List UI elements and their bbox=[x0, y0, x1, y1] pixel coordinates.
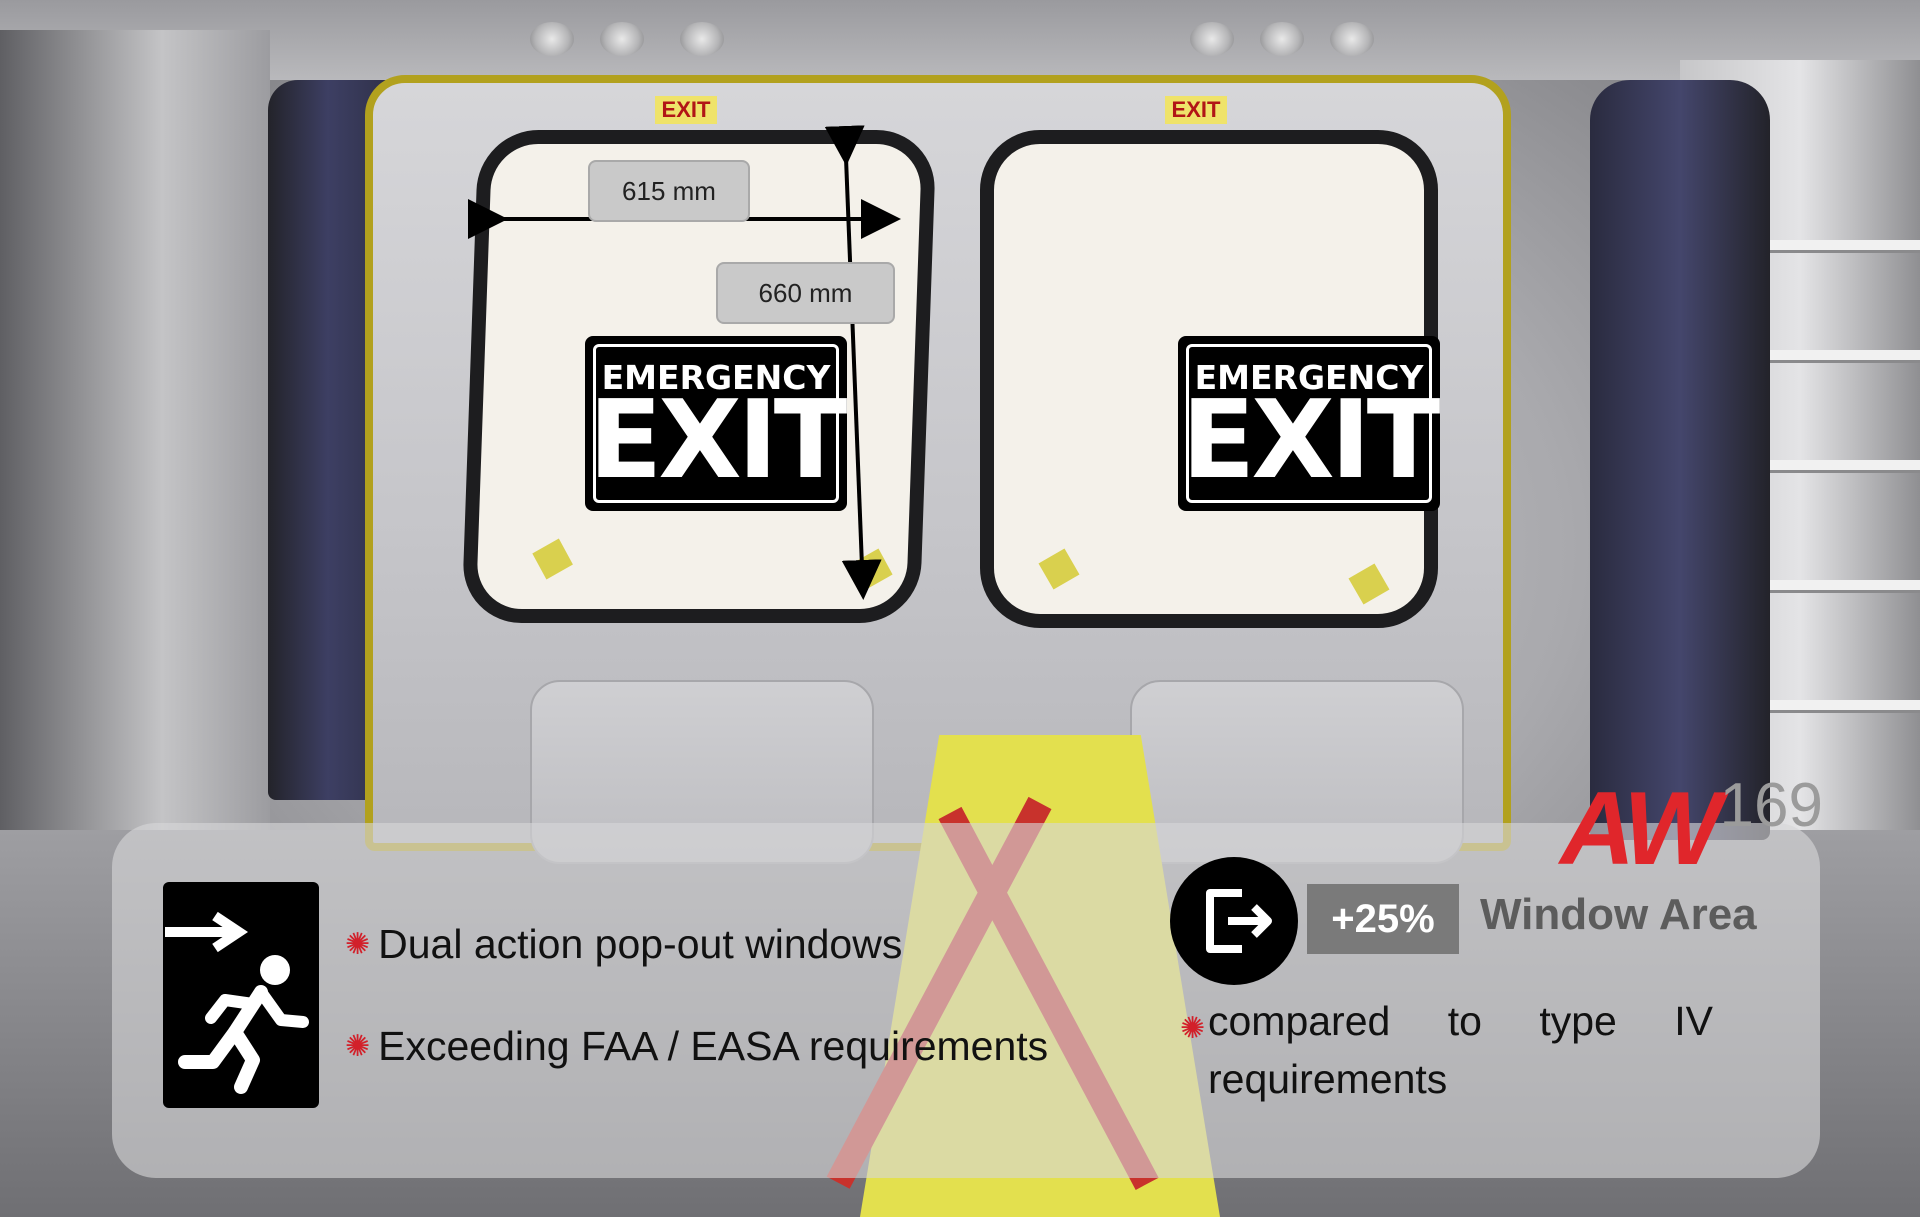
logo-model: 169 bbox=[1719, 771, 1823, 840]
comparison-word: IV bbox=[1674, 998, 1713, 1044]
ceiling-light bbox=[600, 22, 644, 56]
bullet-burst-icon: ✺ bbox=[345, 1030, 371, 1063]
logo-brand: AW bbox=[1560, 771, 1722, 887]
ceiling-light bbox=[530, 22, 574, 56]
height-dimension-label: 660 mm bbox=[716, 262, 895, 324]
equipment-shelf bbox=[1760, 350, 1920, 363]
aw169-logo: AW169 bbox=[1560, 770, 1823, 889]
ceiling-light bbox=[1190, 22, 1234, 56]
left-cabin-wall bbox=[0, 30, 270, 830]
exit-tag: EXIT bbox=[1165, 96, 1227, 124]
equipment-shelf bbox=[1760, 240, 1920, 253]
window-sticker bbox=[1038, 548, 1080, 590]
equipment-shelf bbox=[1760, 460, 1920, 473]
sign-exit-text: EXIT bbox=[1181, 377, 1441, 503]
window-area-percentage-badge: +25% bbox=[1307, 884, 1459, 954]
bullet-burst-icon: ✺ bbox=[345, 928, 371, 961]
bullet-item: ✺ Exceeding FAA / EASA requirements bbox=[345, 1022, 1048, 1071]
ceiling-light bbox=[1330, 22, 1374, 56]
window-sticker bbox=[1348, 563, 1390, 605]
emergency-exit-running-icon bbox=[163, 882, 319, 1108]
window-sticker bbox=[532, 538, 573, 580]
sign-exit-text: EXIT bbox=[588, 377, 848, 503]
exit-door-arrow-icon bbox=[1170, 857, 1298, 985]
right-seat bbox=[1590, 80, 1770, 840]
comparison-line-2: requirements bbox=[1208, 1056, 1448, 1102]
ceiling-light bbox=[1260, 22, 1304, 56]
window-sticker bbox=[851, 548, 893, 590]
bullet-item: ✺ Dual action pop-out windows bbox=[345, 920, 902, 969]
comparison-line-1: compared to type IV bbox=[1208, 992, 1713, 1050]
emergency-exit-sign-left: EMERGENCY EXIT bbox=[585, 336, 847, 511]
window-area-label: Window Area bbox=[1480, 890, 1757, 939]
comparison-word: type bbox=[1539, 998, 1617, 1044]
ceiling-light bbox=[680, 22, 724, 56]
exit-tag: EXIT bbox=[655, 96, 717, 124]
bullet-burst-icon: ✺ bbox=[1180, 1012, 1206, 1045]
comparison-word: compared bbox=[1208, 998, 1391, 1044]
width-dimension-label: 615 mm bbox=[588, 160, 750, 222]
equipment-shelf bbox=[1760, 700, 1920, 713]
comparison-note: ✺ compared to type IV requirements bbox=[1180, 992, 1713, 1108]
bullet-text: Dual action pop-out windows bbox=[378, 921, 903, 967]
cabin-ceiling bbox=[0, 0, 1920, 80]
equipment-shelf bbox=[1760, 580, 1920, 593]
comparison-word: to bbox=[1447, 998, 1482, 1044]
cabin-slide: EXIT EXIT EMERGENCY EXIT EMERGENCY EXIT … bbox=[0, 0, 1920, 1217]
bullet-text: Exceeding FAA / EASA requirements bbox=[378, 1023, 1049, 1069]
emergency-exit-sign-right: EMERGENCY EXIT bbox=[1178, 336, 1440, 511]
